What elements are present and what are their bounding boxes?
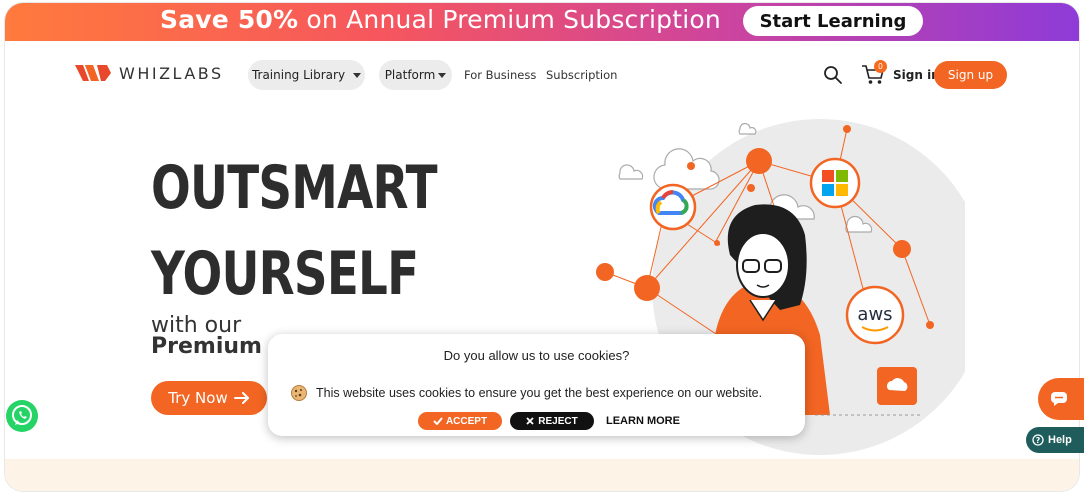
logo-text: WHIZLABS [119,63,224,83]
search-icon[interactable] [823,65,843,85]
promo-rest: on Annual Premium Subscription [298,5,721,34]
help-button[interactable]: ? Help [1026,427,1084,453]
whizlabs-logo-icon [75,65,111,81]
chevron-down-icon [353,72,362,78]
try-now-label: Try Now [168,389,228,407]
check-icon [433,417,443,425]
try-now-button[interactable]: Try Now [151,381,267,415]
bottom-band [5,459,1079,491]
cookie-message: This website uses cookies to ensure you … [290,384,762,402]
top-navbar: WHIZLABS Training Library Platform For B… [5,43,1079,105]
cookie-message-text: This website uses cookies to ensure you … [316,386,763,400]
cloud-upload-icon [877,367,917,405]
nav-subscription[interactable]: Subscription [546,68,617,82]
arrow-right-icon [233,392,249,404]
close-icon [526,417,534,425]
training-library-label: Training Library [251,68,346,82]
cookie-title: Do you allow us to use cookies? [443,348,630,363]
accept-label: ACCEPT [445,415,488,427]
whatsapp-icon[interactable] [4,398,40,434]
sign-in-link[interactable]: Sign in [893,68,940,82]
promo-banner[interactable]: Save 50% on Annual Premium Subscription … [5,3,1079,41]
cookie-icon [291,385,307,401]
headline-line-2: YOURSELF [151,239,419,309]
svg-text:aws: aws [857,304,892,325]
start-learning-button[interactable]: Start Learning [743,6,923,36]
cookie-consent-dialog: Do you allow us to use cookies? This web… [268,334,805,436]
hero-headline: OUTSMART YOURSELF [151,145,438,317]
cart-count-badge: 0 [874,60,887,73]
training-library-dropdown[interactable]: Training Library [248,60,365,90]
reject-cookies-button[interactable]: REJECT [510,412,594,430]
reject-label: REJECT [538,415,578,427]
aws-icon: aws [845,285,905,345]
sign-up-button[interactable]: Sign up [934,61,1007,89]
cookie-buttons: ACCEPT REJECT LEARN MORE [418,412,680,430]
accept-cookies-button[interactable]: ACCEPT [418,412,502,430]
platform-label: Platform [384,68,436,82]
google-cloud-icon [649,183,697,231]
promo-highlight: Save 50% [160,5,299,34]
nav-for-business[interactable]: For Business [464,68,536,82]
platform-dropdown[interactable]: Platform [379,60,452,90]
logo[interactable]: WHIZLABS [75,63,224,83]
promo-text: Save 50% on Annual Premium Subscription [160,5,721,34]
learn-more-link[interactable]: LEARN MORE [606,415,680,427]
microsoft-icon [809,157,861,209]
chat-icon [1051,392,1067,406]
help-label: Help [1048,434,1072,446]
chevron-down-icon [438,72,447,78]
svg-text:?: ? [1036,436,1041,445]
chat-widget-button[interactable] [1038,378,1084,420]
help-icon: ? [1032,434,1044,446]
headline-line-1: OUTSMART [151,153,438,223]
